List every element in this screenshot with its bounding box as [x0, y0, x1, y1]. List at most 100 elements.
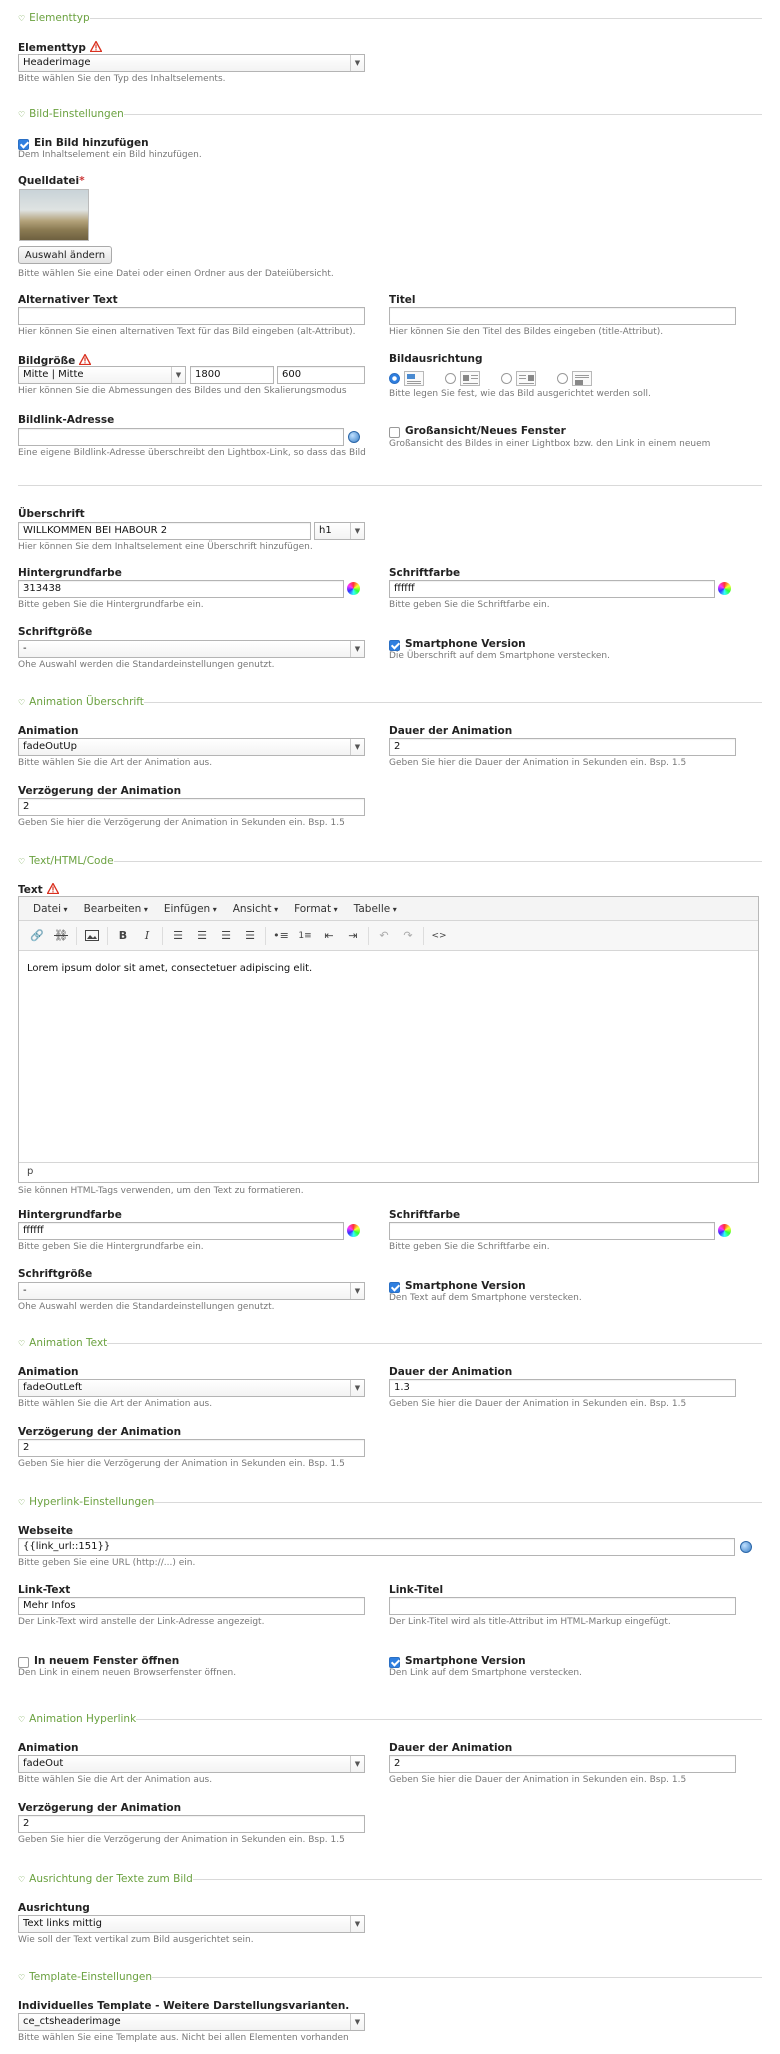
menu-einfuegen[interactable]: Einfügen — [164, 903, 217, 915]
anim3-dauer-hint: Geben Sie hier die Dauer der Animation i… — [389, 1775, 687, 1785]
anim1-verz-input[interactable]: 2 — [18, 798, 365, 816]
anim3-verz-input[interactable]: 2 — [18, 1815, 365, 1833]
text-hint: Sie können HTML-Tags verwenden, um den T… — [18, 1186, 304, 1196]
color-picker-icon[interactable] — [718, 1224, 731, 1237]
bold-icon[interactable]: B — [111, 925, 135, 947]
anim3-dauer-input[interactable]: 2 — [389, 1755, 736, 1773]
add-image-label: Ein Bild hinzufügen — [34, 137, 149, 149]
text-size-hint: Ohe Auswahl werden die Standardeinstellu… — [18, 1302, 275, 1312]
anim2-select[interactable]: fadeOutLeft ▼ — [18, 1379, 365, 1397]
legend-hyperlink[interactable]: ♡ Hyperlink-Einstellungen — [18, 1494, 155, 1510]
color-picker-icon[interactable] — [347, 1224, 360, 1237]
titel-input[interactable] — [389, 307, 736, 325]
numbered-list-icon[interactable]: 1≡ — [293, 925, 317, 947]
align-left-radio[interactable] — [445, 373, 456, 384]
menu-format[interactable]: Format — [294, 903, 338, 915]
alt-text-input[interactable] — [18, 307, 365, 325]
anim2-hint: Bitte wählen Sie die Art der Animation a… — [18, 1399, 213, 1409]
template-select[interactable]: ce_ctsheaderimage ▼ — [18, 2013, 365, 2031]
text-smartphone-checkbox[interactable] — [389, 1282, 400, 1293]
grossansicht-checkbox[interactable] — [389, 427, 400, 438]
head-size-select[interactable]: - ▼ — [18, 640, 365, 658]
bullet-list-icon[interactable]: •≡ — [269, 925, 293, 947]
linktitel-input[interactable] — [389, 1597, 736, 1615]
align-right-icon[interactable]: ☰ — [214, 925, 238, 947]
linktext-input[interactable]: Mehr Infos — [18, 1597, 365, 1615]
height-input[interactable]: 600 — [277, 366, 365, 384]
legend-template[interactable]: ♡ Template-Einstellungen — [18, 1969, 153, 1985]
menu-bearbeiten[interactable]: Bearbeiten — [84, 903, 148, 915]
anim3-select[interactable]: fadeOut ▼ — [18, 1755, 365, 1773]
menu-tabelle[interactable]: Tabelle — [354, 903, 397, 915]
width-input[interactable]: 1800 — [190, 366, 274, 384]
anim3-hint: Bitte wählen Sie die Art der Animation a… — [18, 1775, 213, 1785]
legend-text-html[interactable]: ♡ Text/HTML/Code — [18, 853, 114, 869]
menu-datei[interactable]: Datei — [33, 903, 68, 915]
linktitel-hint: Der Link-Titel wird als title-Attribut i… — [389, 1617, 671, 1627]
bildgroesse-mode-select[interactable]: Mitte | Mitte ▼ — [18, 366, 186, 384]
editor-content[interactable]: Lorem ipsum dolor sit amet, consectetuer… — [19, 951, 758, 1157]
ueberschrift-input[interactable]: WILLKOMMEN BEI HABOUR 2 — [18, 522, 311, 540]
page-picker-icon[interactable] — [740, 1541, 752, 1553]
unlink-icon[interactable]: ⛓ — [49, 925, 73, 947]
new-window-checkbox[interactable] — [18, 1657, 29, 1668]
grossansicht-hint: Großansicht des Bildes in einer Lightbox… — [389, 439, 711, 449]
align-center-icon[interactable]: ☰ — [190, 925, 214, 947]
text-fg-input[interactable] — [389, 1222, 715, 1240]
anim2-verz-input[interactable]: 2 — [18, 1439, 365, 1457]
align-right-radio[interactable] — [501, 373, 512, 384]
chevron-down-icon: ▼ — [350, 2014, 364, 2030]
image-icon[interactable] — [80, 925, 104, 947]
anim2-verz-label: Verzögerung der Animation — [18, 1426, 182, 1438]
ausrichtung-select[interactable]: Text links mittig ▼ — [18, 1915, 365, 1933]
source-code-icon[interactable]: <> — [427, 925, 451, 947]
webseite-input[interactable]: {{link_url::151}} — [18, 1538, 735, 1556]
warning-icon — [78, 353, 92, 366]
link-smartphone-hint: Den Link auf dem Smartphone verstecken. — [389, 1668, 582, 1678]
align-above-icon — [404, 371, 424, 386]
bildlink-input[interactable] — [18, 428, 344, 446]
align-left-icon[interactable]: ☰ — [166, 925, 190, 947]
legend-elementtyp[interactable]: ♡ Elementtyp — [18, 10, 90, 26]
text-smartphone-label: Smartphone Version — [405, 1280, 526, 1292]
indent-icon[interactable]: ⇥ — [341, 925, 365, 947]
legend-anim-hyperlink[interactable]: ♡ Animation Hyperlink — [18, 1711, 137, 1727]
text-size-select[interactable]: - ▼ — [18, 1282, 365, 1300]
legend-anim-text[interactable]: ♡ Animation Text — [18, 1335, 108, 1351]
elementtyp-select[interactable]: Headerimage ▼ — [18, 54, 365, 72]
grossansicht-label: Großansicht/Neues Fenster — [405, 425, 566, 437]
redo-icon[interactable]: ↷ — [396, 925, 420, 947]
align-below-radio[interactable] — [557, 373, 568, 384]
link-smartphone-checkbox[interactable] — [389, 1657, 400, 1668]
outdent-icon[interactable]: ⇤ — [317, 925, 341, 947]
head-bg-input[interactable]: 313438 — [18, 580, 344, 598]
editor-toolbar: 🔗 ⛓ B I ☰ ☰ ☰ ☰ •≡ 1≡ ⇤ ⇥ ↶ ↷ <> — [19, 921, 758, 951]
color-picker-icon[interactable] — [718, 582, 731, 595]
undo-icon[interactable]: ↶ — [372, 925, 396, 947]
anim1-hint: Bitte wählen Sie die Art der Animation a… — [18, 758, 213, 768]
text-bg-input[interactable]: ffffff — [18, 1222, 344, 1240]
legend-anim-ueberschrift[interactable]: ♡ Animation Überschrift — [18, 694, 144, 710]
add-image-checkbox[interactable] — [18, 139, 29, 150]
heading-level-select[interactable]: h1 ▼ — [314, 522, 365, 540]
menu-ansicht[interactable]: Ansicht — [233, 903, 278, 915]
italic-icon[interactable]: I — [135, 925, 159, 947]
anim2-dauer-input[interactable]: 1.3 — [389, 1379, 736, 1397]
head-fg-input[interactable]: ffffff — [389, 580, 715, 598]
change-selection-button[interactable]: Auswahl ändern — [18, 246, 112, 264]
align-justify-icon[interactable]: ☰ — [238, 925, 262, 947]
align-above-radio[interactable] — [389, 373, 400, 384]
elementtyp-label: Elementtyp — [18, 40, 103, 54]
anim1-select[interactable]: fadeOutUp ▼ — [18, 738, 365, 756]
head-smartphone-hint: Die Überschrift auf dem Smartphone verst… — [389, 651, 610, 661]
legend-bild[interactable]: ♡ Bild-Einstellungen — [18, 106, 124, 122]
quelldatei-hint: Bitte wählen Sie eine Datei oder einen O… — [18, 269, 334, 279]
text-fg-hint: Bitte geben Sie die Schriftfarbe ein. — [389, 1242, 550, 1252]
color-picker-icon[interactable] — [347, 582, 360, 595]
page-picker-icon[interactable] — [348, 431, 360, 443]
legend-ausrichtung[interactable]: ♡ Ausrichtung der Texte zum Bild — [18, 1871, 193, 1887]
image-thumbnail[interactable] — [19, 189, 89, 241]
head-smartphone-checkbox[interactable] — [389, 640, 400, 651]
anim1-dauer-input[interactable]: 2 — [389, 738, 736, 756]
link-icon[interactable]: 🔗 — [25, 925, 49, 947]
